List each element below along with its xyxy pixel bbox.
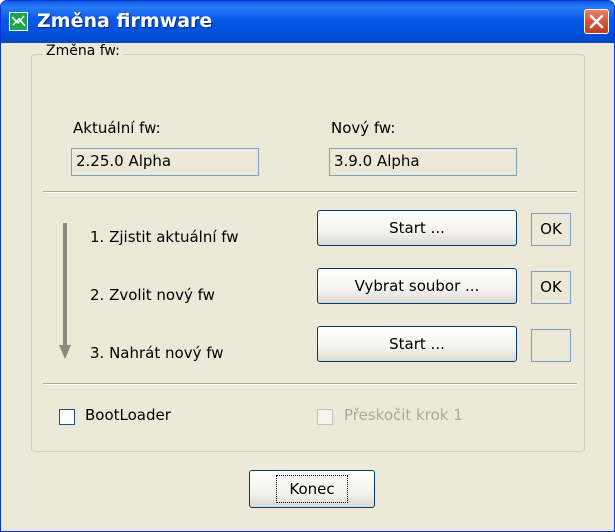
- step-3-start-button[interactable]: Start ...: [317, 326, 517, 362]
- new-fw-field: 3.9.0 Alpha: [329, 148, 517, 176]
- current-fw-label: Aktuální fw:: [73, 119, 161, 137]
- title-bar[interactable]: Změna firmware: [1, 1, 614, 43]
- step-2-status: OK: [531, 271, 571, 304]
- skip-step-label[interactable]: Přeskočit krok 1: [344, 406, 463, 424]
- firmware-groupbox: [31, 54, 585, 452]
- konec-button[interactable]: Konec: [249, 470, 375, 508]
- step-2-label: 2. Zvolit nový fw: [90, 286, 215, 304]
- current-fw-field: 2.25.0 Alpha: [71, 148, 259, 176]
- step-3-label: 3. Nahrát nový fw: [90, 344, 224, 362]
- separator-top: [43, 191, 577, 193]
- app-icon: [9, 12, 28, 31]
- bootloader-checkbox[interactable]: [59, 409, 75, 425]
- step-1-start-button[interactable]: Start ...: [317, 210, 517, 246]
- bootloader-label[interactable]: BootLoader: [85, 406, 171, 424]
- separator-bottom: [43, 383, 577, 385]
- step-2-select-file-button[interactable]: Vybrat soubor ...: [317, 268, 517, 304]
- konec-button-label: Konec: [276, 475, 348, 503]
- close-button[interactable]: [584, 9, 609, 34]
- new-fw-label: Nový fw:: [331, 119, 396, 137]
- skip-step-checkbox[interactable]: [317, 409, 333, 425]
- arrow-down-icon: [59, 223, 71, 359]
- step-1-status: OK: [531, 213, 571, 246]
- groupbox-legend: Změna fw:: [43, 43, 123, 59]
- step-3-status: [531, 329, 571, 362]
- step-1-label: 1. Zjistit aktuální fw: [90, 228, 239, 246]
- close-icon: [589, 14, 604, 29]
- window-title: Změna firmware: [37, 10, 213, 32]
- dialog-window: Změna firmware Změna fw: Aktuální fw: 2.…: [0, 0, 615, 532]
